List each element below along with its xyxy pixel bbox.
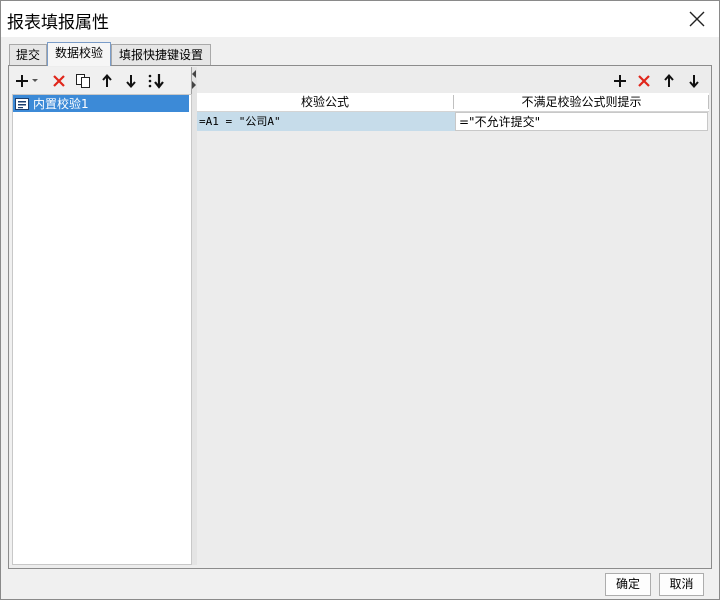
delete-icon xyxy=(53,75,65,87)
add-icon xyxy=(16,75,28,87)
tab-data-validation[interactable]: 数据校验 xyxy=(47,42,111,66)
close-button[interactable] xyxy=(683,6,711,32)
move-down-icon xyxy=(689,75,699,88)
tab-submit[interactable]: 提交 xyxy=(9,44,47,65)
close-icon xyxy=(689,11,705,27)
validation-item-icon xyxy=(15,97,29,110)
column-header-formula[interactable]: 校验公式 xyxy=(197,93,453,111)
table-header: 校验公式 不满足校验公式则提示 xyxy=(197,93,709,112)
ok-button[interactable]: 确定 xyxy=(605,573,651,596)
add-formula-button[interactable] xyxy=(609,69,631,93)
move-to-bottom-button[interactable] xyxy=(144,69,170,93)
move-down-icon xyxy=(126,75,136,88)
validation-list-pane: 内置校验1 xyxy=(10,67,192,565)
move-bottom-icon xyxy=(148,74,164,89)
window-title: 报表填报属性 xyxy=(7,13,109,33)
list-item[interactable]: 内置校验1 xyxy=(13,95,189,112)
formula-cell[interactable]: =A1 = "公司A" xyxy=(197,112,455,131)
delete-icon xyxy=(638,75,650,87)
left-toolbar xyxy=(12,69,188,93)
list-item-label: 内置校验1 xyxy=(33,97,89,111)
formula-move-up-button[interactable] xyxy=(658,69,680,93)
column-header-message[interactable]: 不满足校验公式则提示 xyxy=(454,93,709,111)
cancel-button[interactable]: 取消 xyxy=(659,573,704,596)
copy-validation-button[interactable] xyxy=(72,69,94,93)
validation-list: 内置校验1 xyxy=(12,94,192,565)
delete-validation-button[interactable] xyxy=(48,69,70,93)
move-up-button[interactable] xyxy=(96,69,118,93)
table-row[interactable]: =A1 = "公司A" ="不允许提交" xyxy=(197,112,709,132)
formula-move-down-button[interactable] xyxy=(683,69,705,93)
add-validation-button[interactable] xyxy=(14,69,30,93)
message-cell[interactable]: ="不允许提交" xyxy=(455,112,708,131)
dropdown-arrow-icon xyxy=(32,79,38,82)
move-up-icon xyxy=(664,74,674,87)
formula-pane: 校验公式 不满足校验公式则提示 =A1 = "公司A" ="不允许提交" xyxy=(197,67,710,565)
column-divider[interactable] xyxy=(708,95,709,109)
delete-formula-button[interactable] xyxy=(633,69,655,93)
validation-panel: 内置校验1 校验公式 不满足校验公式则提示 =A1 = "公司A" ="不允许提… xyxy=(8,65,712,569)
report-fill-properties-dialog: 报表填报属性 提交 数据校验 填报快捷键设置 内置校验1 校验公式 不满足校验公… xyxy=(0,0,720,600)
copy-icon xyxy=(76,74,90,88)
move-down-button[interactable] xyxy=(120,69,142,93)
right-toolbar xyxy=(609,69,709,93)
add-icon xyxy=(614,75,626,87)
title-bar: 报表填报属性 xyxy=(1,1,719,37)
tab-fill-shortcut-settings[interactable]: 填报快捷键设置 xyxy=(111,44,211,65)
add-type-dropdown[interactable] xyxy=(30,69,40,93)
move-up-icon xyxy=(102,74,112,87)
